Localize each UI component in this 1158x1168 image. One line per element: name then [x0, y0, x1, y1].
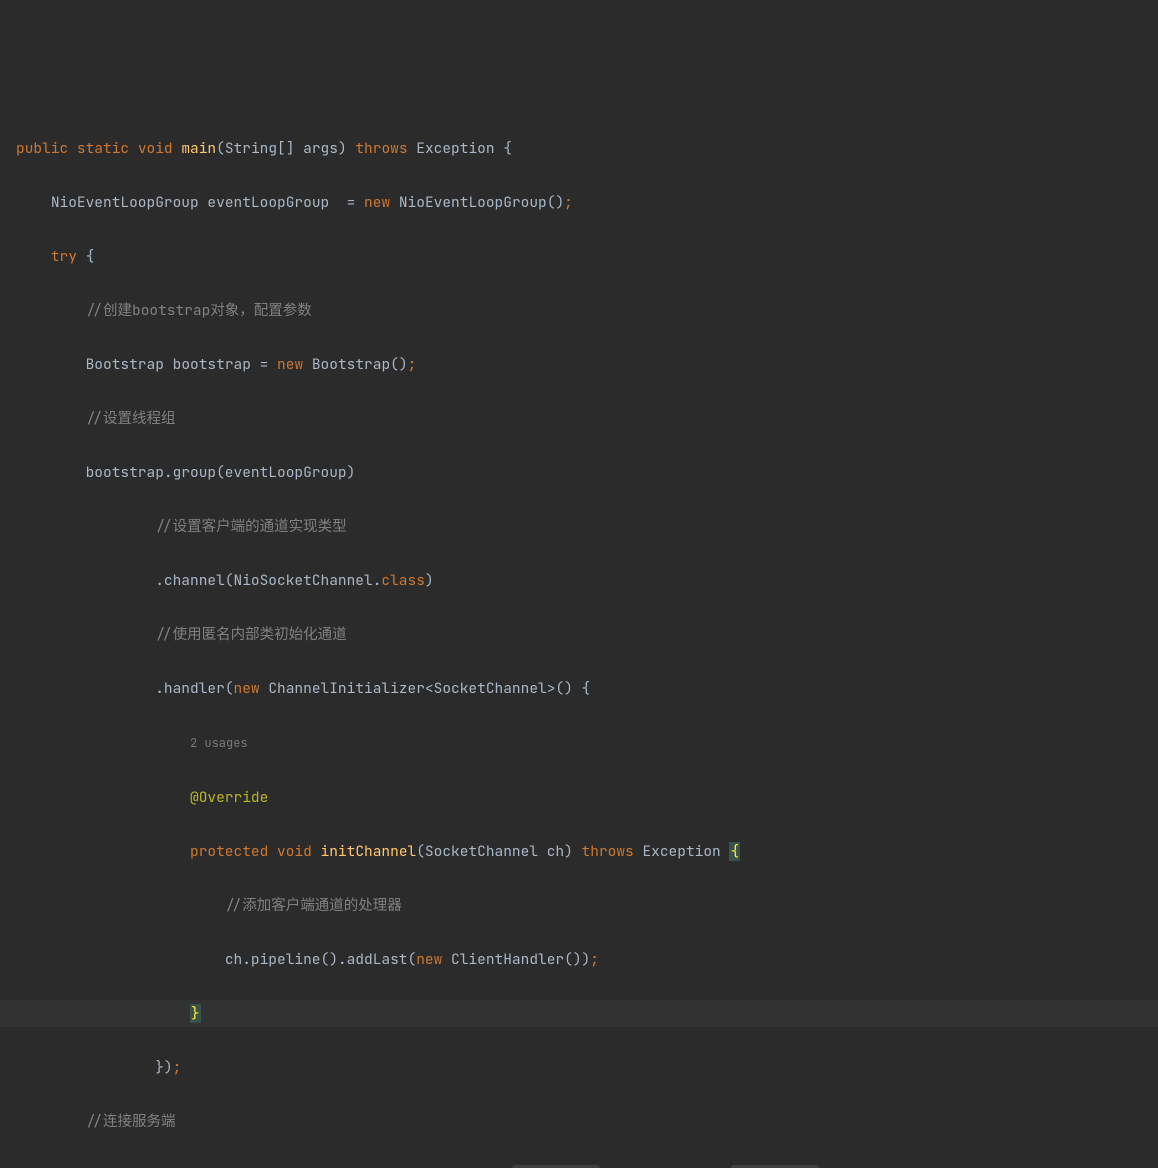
var-bootstrap: bootstrap	[173, 355, 251, 374]
semicolon: ;	[932, 1166, 941, 1168]
params: (String[] args)	[216, 139, 347, 158]
code-line-11: .handler(new ChannelInitializer<SocketCh…	[0, 675, 1158, 702]
brace: {	[582, 679, 591, 698]
equals: =	[260, 355, 269, 374]
keyword-throws: throws	[355, 139, 407, 158]
usage-hint[interactable]: 2 usages	[190, 735, 248, 751]
code-line-13: @Override	[0, 784, 1158, 811]
ctor-call: NioEventLoopGroup()	[399, 193, 564, 212]
string-literal: "127.0.0.1"	[609, 1166, 705, 1168]
code-line-12: 2 usages	[0, 729, 1158, 757]
keyword-new: new	[234, 679, 260, 698]
keyword-protected: protected	[190, 842, 268, 861]
semicolon: ;	[408, 355, 417, 374]
keyword-void: void	[277, 842, 312, 861]
code-line-8: //设置客户端的通道实现类型	[0, 513, 1158, 540]
comment: //连接服务端	[86, 1112, 176, 1131]
keyword-static: static	[77, 139, 129, 158]
code-line-3: try {	[0, 243, 1158, 270]
keyword-void: void	[138, 139, 173, 158]
comma: ,	[705, 1166, 714, 1168]
type-bootstrap: Bootstrap	[86, 355, 164, 374]
code-line-18: });	[0, 1054, 1158, 1081]
semicolon: ;	[590, 950, 599, 969]
annotation-override: @Override	[190, 788, 268, 807]
number-literal: 6666	[828, 1166, 863, 1168]
chain-call: .handler(	[155, 679, 233, 698]
matched-brace-close-cursor: }	[190, 1004, 201, 1023]
chain-call: ch.pipeline().addLast(	[225, 950, 416, 969]
var-eventloopgroup: eventLoopGroup	[207, 193, 329, 212]
code-line-17-current: }	[0, 1000, 1158, 1027]
semicolon: ;	[173, 1058, 182, 1077]
generic-type: ChannelInitializer<SocketChannel>()	[260, 679, 573, 698]
keyword-throws: throws	[582, 842, 634, 861]
paren: )	[425, 571, 434, 590]
code-line-19: //连接服务端	[0, 1108, 1158, 1135]
method-main: main	[181, 139, 216, 158]
code-line-7: bootstrap.group(eventLoopGroup)	[0, 459, 1158, 486]
comment: //使用匿名内部类初始化通道	[155, 625, 346, 644]
keyword-public: public	[16, 139, 68, 158]
statement: ChannelFuture channelFuture = bootstrap.…	[86, 1166, 504, 1168]
comment: //设置客户端的通道实现类型	[155, 517, 346, 536]
code-line-2: NioEventLoopGroup eventLoopGroup = new N…	[0, 189, 1158, 216]
keyword-new: new	[277, 355, 303, 374]
code-line-9: .channel(NioSocketChannel.class)	[0, 567, 1158, 594]
ctor-call: Bootstrap()	[312, 355, 408, 374]
code-line-16: ch.pipeline().addLast(new ClientHandler(…	[0, 946, 1158, 973]
brace: {	[86, 247, 95, 266]
close-braces: })	[155, 1058, 172, 1077]
type-exception: Exception	[642, 842, 720, 861]
code-line-14: protected void initChannel(SocketChannel…	[0, 838, 1158, 865]
keyword-new: new	[416, 950, 442, 969]
equals: =	[347, 193, 356, 212]
comment: //添加客户端通道的处理器	[225, 896, 402, 915]
chain-call: ).sync()	[863, 1166, 933, 1168]
code-line-5: Bootstrap bootstrap = new Bootstrap();	[0, 351, 1158, 378]
matched-brace-open: {	[729, 842, 740, 861]
param-hint-inethost: inetHost:	[512, 1165, 600, 1168]
method-initchannel: initChannel	[321, 842, 417, 861]
comment: //设置线程组	[86, 409, 176, 428]
code-line-1: public static void main(String[] args) t…	[0, 135, 1158, 162]
code-line-4: //创建bootstrap对象，配置参数	[0, 297, 1158, 324]
code-line-10: //使用匿名内部类初始化通道	[0, 621, 1158, 648]
code-editor[interactable]: public static void main(String[] args) t…	[0, 108, 1158, 1168]
keyword-try: try	[51, 247, 77, 266]
comment: //创建bootstrap对象，配置参数	[86, 301, 312, 320]
chain-call: .channel(NioSocketChannel.	[155, 571, 381, 590]
code-line-20: ChannelFuture channelFuture = bootstrap.…	[0, 1162, 1158, 1168]
chain-call: bootstrap.group(eventLoopGroup)	[86, 463, 356, 482]
type-exception: Exception	[416, 139, 494, 158]
ctor-call: ClientHandler())	[442, 950, 590, 969]
code-line-15: //添加客户端通道的处理器	[0, 892, 1158, 919]
keyword-class: class	[381, 571, 425, 590]
params: (SocketChannel ch)	[416, 842, 573, 861]
code-line-6: //设置线程组	[0, 405, 1158, 432]
brace: {	[503, 139, 512, 158]
param-hint-inetport: inetPort:	[731, 1165, 819, 1168]
type-nioeventloopgroup: NioEventLoopGroup	[51, 193, 199, 212]
semicolon: ;	[564, 193, 573, 212]
keyword-new: new	[364, 193, 390, 212]
